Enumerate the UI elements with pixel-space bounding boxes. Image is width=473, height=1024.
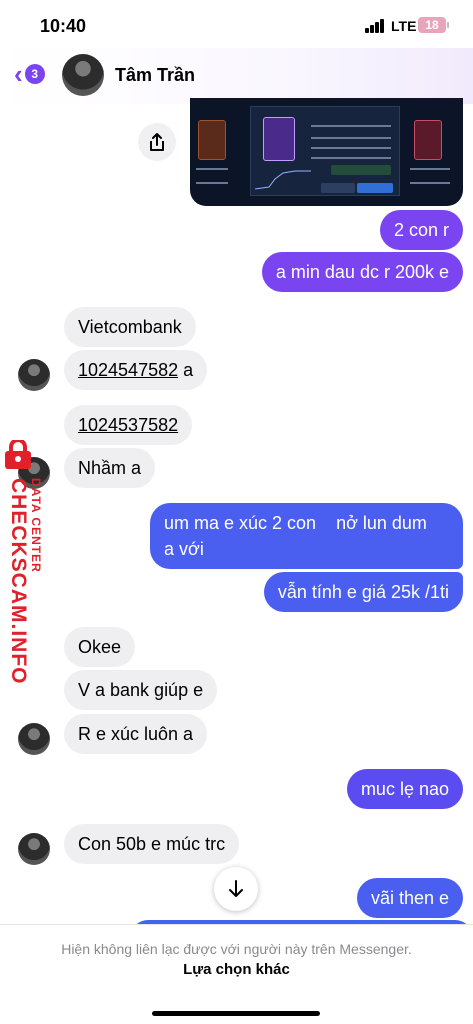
shared-image[interactable]: [190, 98, 463, 206]
message-incoming[interactable]: Con 50b e múc trc: [64, 824, 240, 864]
unavailable-notice: Hiện không liên lạc được với người này t…: [61, 941, 412, 957]
message-incoming[interactable]: Vietcombank: [64, 307, 196, 347]
message-incoming[interactable]: R e xúc luôn a: [64, 714, 208, 754]
back-chevron-icon: ‹: [14, 59, 23, 89]
share-icon: [150, 133, 164, 151]
back-button[interactable]: ‹ 3: [14, 59, 45, 89]
status-time: 10:40: [40, 16, 87, 36]
battery-tip: [447, 22, 449, 28]
account-number-link[interactable]: 1024537582: [78, 415, 178, 435]
image-panel: [250, 106, 400, 196]
contact-name[interactable]: Tâm Trần: [115, 65, 195, 86]
message-incoming[interactable]: Okee: [64, 627, 136, 667]
contact-avatar[interactable]: [62, 54, 104, 96]
scroll-to-bottom-button[interactable]: [214, 867, 258, 911]
home-indicator[interactable]: [152, 1011, 320, 1016]
network-label: LTE: [391, 18, 417, 34]
contact-avatar-small[interactable]: [18, 359, 50, 391]
watermark-brand: CHECKSCAM.INFO: [7, 478, 30, 685]
message-incoming[interactable]: 1024537582: [64, 405, 193, 445]
battery-icon: 18: [418, 17, 446, 33]
message-outgoing[interactable]: vẫn tính e giá 25k /1ti: [263, 572, 463, 612]
footer: Hiện không liên lạc được với người này t…: [0, 924, 473, 1024]
message-line: um ma e xúc 2 con nở lun dum: [164, 513, 427, 533]
image-card-right: [414, 120, 442, 160]
contact-avatar-small[interactable]: [18, 833, 50, 865]
message-outgoing[interactable]: a min dau dc r 200k e: [261, 252, 463, 292]
message-outgoing[interactable]: um ma e xúc 2 con nở lun dum a với: [150, 503, 463, 569]
message-incoming[interactable]: Nhầm a: [64, 448, 156, 488]
account-number-link[interactable]: 1024547582: [78, 360, 178, 380]
signal-icon: [365, 19, 385, 33]
message-line: a với: [164, 539, 204, 559]
message-suffix: a: [178, 360, 194, 380]
lock-icon: [5, 440, 31, 469]
arrow-down-icon: [229, 880, 243, 897]
status-bar: 10:40 LTE 18: [0, 0, 473, 50]
message-outgoing[interactable]: 2 con r: [379, 210, 463, 250]
message-outgoing[interactable]: vãi then e: [356, 878, 463, 918]
watermark-sub: DATA CENTER: [29, 478, 43, 573]
image-card-left: [198, 120, 226, 160]
message-incoming[interactable]: 1024547582 a: [64, 350, 208, 390]
other-options-button[interactable]: Lựa chọn khác: [0, 961, 473, 978]
share-button[interactable]: [138, 123, 176, 161]
message-outgoing[interactable]: muc lẹ nao: [346, 769, 463, 809]
message-incoming[interactable]: V a bank giúp e: [64, 670, 218, 710]
contact-avatar-small[interactable]: [18, 723, 50, 755]
chat-header: ‹ 3 Tâm Trần: [0, 48, 473, 104]
image-price-graph: [255, 170, 311, 190]
unread-count-badge: 3: [24, 64, 45, 84]
